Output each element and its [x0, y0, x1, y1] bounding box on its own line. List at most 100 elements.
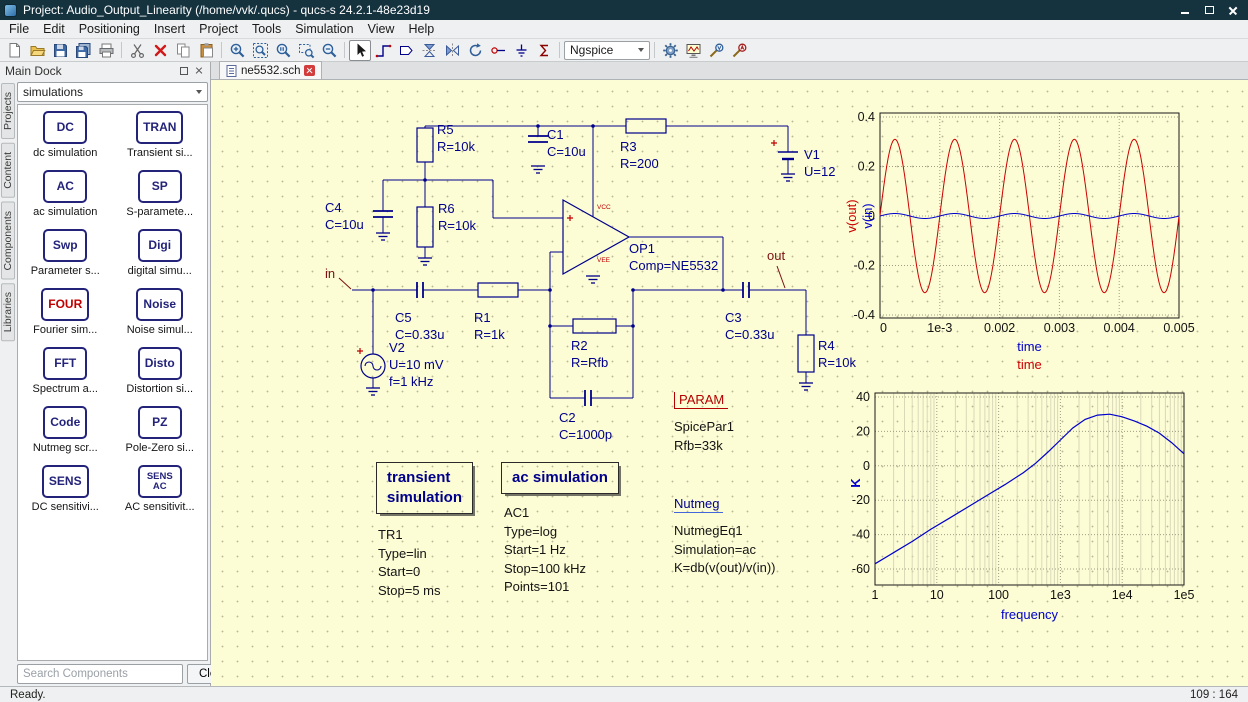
titlebar[interactable]: Project: Audio_Output_Linearity (/home/v… — [0, 0, 1248, 20]
component-label-R3[interactable]: R3 R=200 — [620, 138, 659, 172]
zoom-out-button[interactable] — [318, 40, 340, 61]
new-file-button[interactable] — [3, 40, 25, 61]
component-label-C2[interactable]: C2 C=1000p — [559, 409, 612, 443]
component-item-s-paramete[interactable]: SP S-paramete... — [113, 170, 207, 229]
component-label-C3[interactable]: C3 C=0.33u — [725, 309, 775, 343]
menu-project[interactable]: Project — [192, 20, 245, 38]
search-components-input[interactable] — [17, 664, 183, 684]
component-category-select[interactable]: simulations — [17, 82, 208, 102]
component-item-digital-simu[interactable]: Digi digital simu... — [113, 229, 207, 288]
mirror-horizontal-button[interactable] — [441, 40, 463, 61]
component-label-V1[interactable]: V1 U=12 — [804, 146, 835, 180]
menu-help[interactable]: Help — [401, 20, 441, 38]
component-item-spectrum-a[interactable]: FFT Spectrum a... — [18, 347, 112, 406]
spice-param-properties[interactable]: SpicePar1 Rfb=33k — [674, 418, 734, 455]
insert-label-icon — [399, 45, 413, 55]
nutmeg-properties[interactable]: NutmegEq1 Simulation=ac K=db(v(out)/v(in… — [674, 522, 776, 578]
component-icon: AC — [43, 170, 88, 203]
cursor-position: 109 : 164 — [1190, 688, 1238, 701]
ac-sim-properties[interactable]: AC1 Type=log Start=1 Hz Stop=100 kHz Poi… — [504, 504, 586, 597]
ground-icon — [798, 382, 814, 391]
component-label-C1[interactable]: C1 C=10u — [547, 126, 586, 160]
rotate-button[interactable] — [464, 40, 486, 61]
dock-float-button[interactable] — [178, 65, 190, 77]
component-item-distortion-si[interactable]: Disto Distortion si... — [113, 347, 207, 406]
schematic-canvas[interactable]: 0.4 0.2 0 -0.2 -0.4 0 1e-3 0.002 0.003 0.004 0.005… — [211, 80, 1248, 686]
component-item-nutmeg-scr[interactable]: Code Nutmeg scr... — [18, 406, 112, 465]
zoom-fit-icon — [252, 42, 268, 58]
insert-ground-button[interactable] — [510, 40, 532, 61]
component-item-parameter-s[interactable]: Swp Parameter s... — [18, 229, 112, 288]
open-button[interactable] — [26, 40, 48, 61]
menu-simulation[interactable]: Simulation — [288, 20, 360, 38]
insert-port-button[interactable] — [487, 40, 509, 61]
delete-button[interactable] — [149, 40, 171, 61]
paste-button[interactable] — [195, 40, 217, 61]
menu-edit[interactable]: Edit — [36, 20, 72, 38]
menu-file[interactable]: File — [2, 20, 36, 38]
component-label-OP1[interactable]: OP1 Comp=NE5532 — [629, 240, 718, 274]
select-button[interactable] — [349, 39, 371, 61]
simulator-select[interactable]: Ngspice — [564, 40, 650, 60]
voltage-probe-button[interactable] — [705, 40, 727, 61]
component-label-C4[interactable]: C4 C=10u — [325, 199, 364, 233]
menu-view[interactable]: View — [361, 20, 402, 38]
menu-tools[interactable]: Tools — [245, 20, 288, 38]
component-label-R1[interactable]: R1 R=1k — [474, 309, 505, 343]
save-all-button[interactable] — [72, 40, 94, 61]
ac-simulation-box[interactable]: ac simulation — [501, 462, 619, 494]
insert-wire-button[interactable] — [372, 40, 394, 61]
component-item-dc-simulation[interactable]: DC dc simulation — [18, 111, 112, 170]
cut-button[interactable] — [126, 40, 148, 61]
dock-close-button[interactable] — [193, 65, 205, 77]
zoom-actual-button[interactable] — [272, 40, 294, 61]
print-button[interactable] — [95, 40, 117, 61]
component-label-R6[interactable]: R6 R=10k — [438, 200, 476, 234]
dock-tab-components[interactable]: Components — [0, 201, 15, 280]
transient-sim-properties[interactable]: TR1 Type=lin Start=0 Stop=5 ms — [378, 526, 441, 600]
spice-param-header[interactable]: PARAM — [674, 392, 729, 409]
wire-label-out[interactable]: out — [767, 248, 785, 263]
menu-positioning[interactable]: Positioning — [72, 20, 147, 38]
zoom-in-button[interactable] — [226, 40, 248, 61]
opamp-OP1 — [562, 198, 631, 276]
dock-tab-projects[interactable]: Projects — [0, 83, 15, 139]
component-item-noise-simul[interactable]: Noise Noise simul... — [113, 288, 207, 347]
component-label-R5[interactable]: R5 R=10k — [437, 121, 475, 155]
save-button[interactable] — [49, 40, 71, 61]
insert-label-button[interactable] — [395, 40, 417, 61]
simulate-button[interactable] — [659, 40, 681, 61]
wire-label-in[interactable]: in — [325, 266, 335, 281]
sim-settings-button[interactable] — [682, 40, 704, 61]
component-item-transient-si[interactable]: TRAN Transient si... — [113, 111, 207, 170]
dock-tab-content[interactable]: Content — [0, 142, 15, 198]
minimize-button[interactable] — [1174, 2, 1196, 18]
document-tab[interactable]: ne5532.sch — [219, 61, 323, 79]
component-label-R4[interactable]: R4 R=10k — [818, 337, 856, 371]
current-probe-button[interactable] — [728, 40, 750, 61]
component-item-fourier-sim[interactable]: FOUR Fourier sim... — [18, 288, 112, 347]
component-item-pole-zero-si[interactable]: PZ Pole-Zero si... — [113, 406, 207, 465]
tab-close-button[interactable] — [304, 65, 316, 76]
mirror-vertical-button[interactable] — [418, 40, 440, 61]
ground-icon — [530, 165, 546, 174]
svg-text:v(in): v(in) — [860, 203, 875, 228]
component-item-ac-simulation[interactable]: AC ac simulation — [18, 170, 112, 229]
component-label-R2[interactable]: R2 R=Rfb — [571, 337, 608, 371]
close-button[interactable] — [1222, 2, 1244, 18]
component-item-dc-sensitivi[interactable]: SENS DC sensitivi... — [18, 465, 112, 524]
transient-simulation-box[interactable]: transient simulation — [376, 462, 474, 514]
component-label-C5[interactable]: C5 C=0.33u — [395, 309, 445, 343]
menu-insert[interactable]: Insert — [147, 20, 192, 38]
component-label-V2[interactable]: V2 U=10 mV f=1 kHz — [389, 339, 444, 390]
component-item-ac-sensitivit[interactable]: SENS AC AC sensitivit... — [113, 465, 207, 524]
maximize-button[interactable] — [1198, 2, 1220, 18]
zoom-area-button[interactable] — [295, 40, 317, 61]
zoom-fit-button[interactable] — [249, 40, 271, 61]
chevron-down-icon — [196, 90, 202, 94]
dock-tab-libraries[interactable]: Libraries — [0, 283, 15, 342]
component-list: DC dc simulation TRAN Transient si... AC ac s… — [17, 104, 208, 661]
nutmeg-header[interactable]: Nutmeg — [674, 496, 723, 513]
insert-equation-button[interactable] — [533, 40, 555, 61]
copy-button[interactable] — [172, 40, 194, 61]
